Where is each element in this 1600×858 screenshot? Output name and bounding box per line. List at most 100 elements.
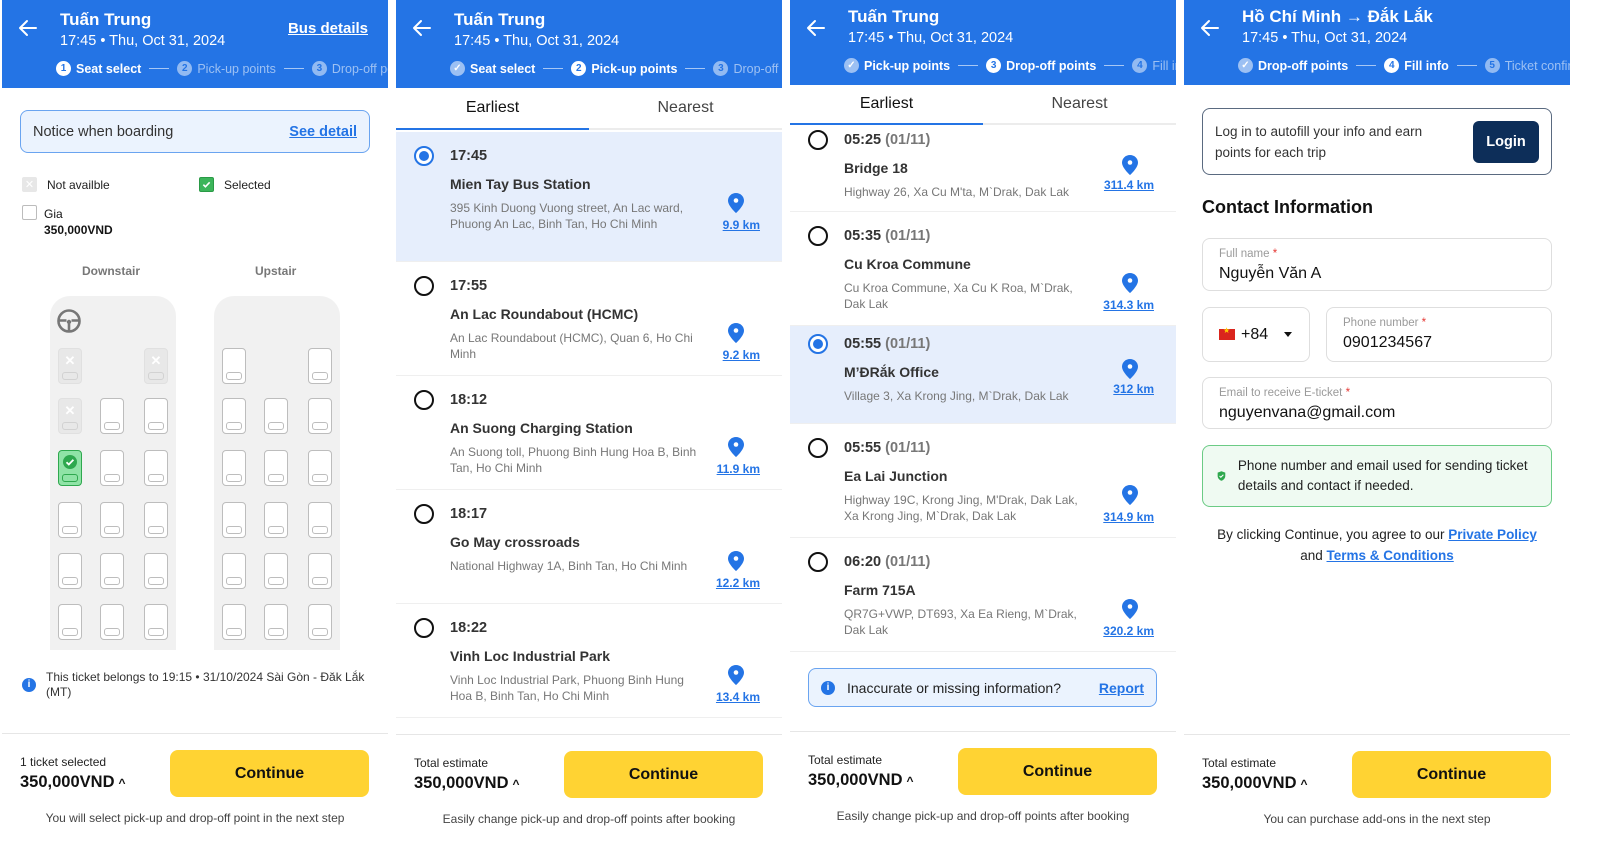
step-number: 5 [1484,58,1500,73]
back-arrow-icon[interactable] [410,16,434,40]
privacy-policy-link[interactable]: Private Policy [1448,527,1537,542]
distance-link[interactable]: 320.2 km [1094,624,1154,638]
back-arrow-icon[interactable] [804,16,828,40]
continue-button[interactable]: Continue [564,751,763,798]
distance-link[interactable]: 11.9 km [700,462,760,476]
radio-button[interactable] [808,438,828,458]
radio-button[interactable] [414,504,434,524]
seat-available[interactable] [100,450,124,486]
seat-available[interactable] [308,553,332,589]
see-detail-link[interactable]: See detail [289,124,357,140]
seat-available[interactable] [308,398,332,434]
full-name-field[interactable]: Full name * Nguyễn Văn A [1202,238,1552,291]
stop-item[interactable]: 05:35 (01/11) Cu Kroa Commune Cu Kroa Comm… [790,212,1176,326]
radio-button[interactable] [808,334,828,354]
seat-available[interactable] [222,502,246,538]
stop-item[interactable]: 18:22 Vinh Loc Industrial Park Vinh Loc In… [396,604,782,718]
seat-available[interactable] [100,398,124,434]
total-price[interactable]: 350,000VND ^ [414,774,520,793]
price-label: Gia [44,207,63,221]
back-arrow-icon[interactable] [1198,16,1222,40]
ticket-info: i This ticket belongs to 19:15 • 31/10/2… [22,670,367,700]
report-link[interactable]: Report [1099,680,1144,696]
back-arrow-icon[interactable] [16,16,40,40]
seat-available[interactable] [144,553,168,589]
country-code-select[interactable]: +84 [1202,307,1310,362]
price-value: 350,000VND [44,223,113,237]
distance-link[interactable]: 9.9 km [700,218,760,232]
seat-available[interactable] [264,450,288,486]
radio-button[interactable] [414,276,434,296]
tab-nearest[interactable]: Nearest [589,88,782,128]
radio-button[interactable] [808,130,828,150]
stop-item[interactable]: 17:45 Mien Tay Bus Station 395 Kinh Duong … [396,132,782,262]
bus-details-link[interactable]: Bus details [288,20,368,37]
total-price[interactable]: 350,000VND ^ [808,771,914,790]
seat-available[interactable] [100,553,124,589]
seat-available[interactable] [144,604,168,640]
seat-available[interactable] [222,553,246,589]
stop-item[interactable]: 05:55 (01/11) M’ĐRắk Office Village 3, Xa … [790,326,1176,424]
email-field[interactable]: Email to receive E-ticket * nguyenvana@g… [1202,377,1552,429]
map-pin-icon [1122,155,1138,175]
seat-available[interactable] [222,398,246,434]
seat-available[interactable] [308,604,332,640]
radio-button[interactable] [414,146,434,166]
distance-link[interactable]: 13.4 km [700,690,760,704]
seat-available[interactable] [264,604,288,640]
distance-link[interactable]: 12.2 km [700,576,760,590]
continue-button[interactable]: Continue [1352,751,1551,798]
radio-button[interactable] [414,390,434,410]
seat-available[interactable] [58,553,82,589]
seat-available[interactable] [100,502,124,538]
seat-available[interactable] [264,502,288,538]
step-2: 2 Pick-up points [177,61,276,76]
operator-name: Tuấn Trung [60,10,152,29]
total-price[interactable]: 350,000VND ^ [20,773,126,792]
seat-available[interactable] [308,502,332,538]
seat-available[interactable] [58,502,82,538]
seat-available[interactable] [144,502,168,538]
stop-item[interactable]: 17:55 An Lac Roundabout (HCMC) An Lac Roun… [396,262,782,376]
x-icon: ✕ [64,353,76,368]
seat-available[interactable] [100,604,124,640]
continue-button[interactable]: Continue [958,748,1157,795]
distance-link[interactable]: 9.2 km [700,348,760,362]
terms-link[interactable]: Terms & Conditions [1327,548,1454,563]
tab-earliest[interactable]: Earliest [790,85,983,125]
vietnam-flag-icon [1219,326,1235,340]
seat-available[interactable] [264,553,288,589]
seat-selected[interactable] [58,450,82,486]
radio-button[interactable] [808,226,828,246]
seat-available[interactable] [58,604,82,640]
distance-link[interactable]: 314.3 km [1094,298,1154,312]
stop-item[interactable]: 06:20 (01/11) Farm 715A QR7G+VWP, DT693, X… [790,538,1176,652]
seat-available[interactable] [222,450,246,486]
sort-tabs: Earliest Nearest [790,85,1176,125]
seat-available[interactable] [144,398,168,434]
login-prompt: Log in to autofill your info and earn po… [1202,108,1552,175]
stop-item[interactable]: 18:17 Go May crossroads National Highway 1… [396,490,782,604]
step-label: Fill info [1152,58,1176,73]
seat-available[interactable] [222,604,246,640]
distance-link[interactable]: 312 km [1094,382,1154,396]
radio-button[interactable] [414,618,434,638]
radio-button[interactable] [808,552,828,572]
continue-button[interactable]: Continue [170,750,369,797]
tab-nearest[interactable]: Nearest [983,85,1176,123]
login-button[interactable]: Login [1473,120,1539,163]
seat-available[interactable] [308,348,332,384]
seat-available[interactable] [264,398,288,434]
stop-item[interactable]: 05:55 (01/11) Ea Lai Junction Highway 19C,… [790,424,1176,538]
seat-available[interactable] [308,450,332,486]
stop-item[interactable]: 05:25 (01/11) Bridge 18 Highway 26, Xa Cu … [790,122,1176,212]
tab-earliest[interactable]: Earliest [396,88,589,130]
seat-available[interactable] [222,348,246,384]
header: Tuấn Trung 17:45 • Thu, Oct 31, 2024 ✓ Pi… [790,0,1176,85]
total-price[interactable]: 350,000VND ^ [1202,774,1308,793]
phone-number-field[interactable]: Phone number * 0901234567 [1326,307,1552,362]
stop-item[interactable]: 18:12 An Suong Charging Station An Suong t… [396,376,782,490]
distance-link[interactable]: 311.4 km [1094,178,1154,192]
seat-available[interactable] [144,450,168,486]
distance-link[interactable]: 314.9 km [1094,510,1154,524]
